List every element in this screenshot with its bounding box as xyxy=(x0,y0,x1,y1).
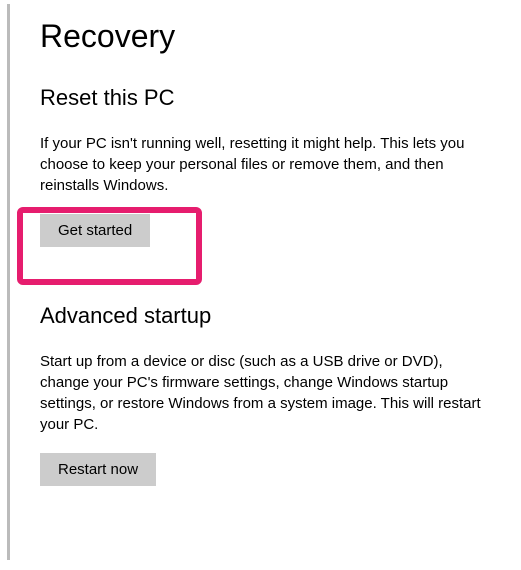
section-reset-this-pc: Reset this PC If your PC isn't running w… xyxy=(40,85,501,247)
restart-now-button[interactable]: Restart now xyxy=(40,453,156,486)
scrollbar-track xyxy=(7,4,10,560)
settings-content: Recovery Reset this PC If your PC isn't … xyxy=(0,0,521,562)
advanced-startup-title: Advanced startup xyxy=(40,303,501,329)
page-title: Recovery xyxy=(40,18,501,55)
reset-pc-title: Reset this PC xyxy=(40,85,501,111)
section-advanced-startup: Advanced startup Start up from a device … xyxy=(40,303,501,486)
get-started-button[interactable]: Get started xyxy=(40,214,150,247)
advanced-startup-description: Start up from a device or disc (such as … xyxy=(40,351,485,435)
reset-pc-description: If your PC isn't running well, resetting… xyxy=(40,133,485,196)
